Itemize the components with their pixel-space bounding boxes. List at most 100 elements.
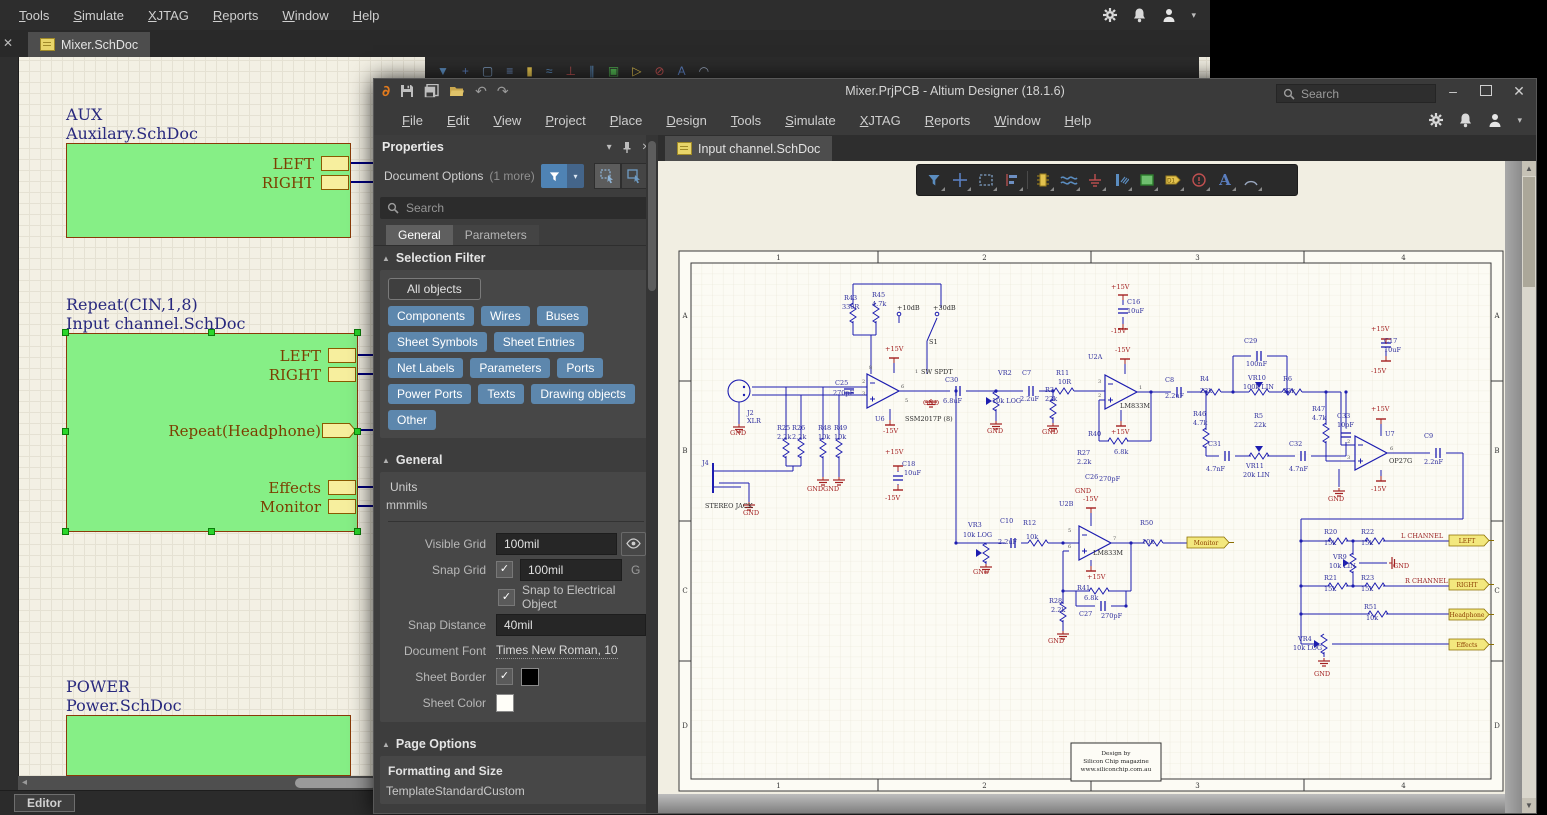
menu-item-file[interactable]: File — [391, 109, 434, 132]
document-tab-mixer[interactable]: Mixer.SchDoc — [28, 32, 150, 57]
select-area-icon[interactable] — [973, 167, 999, 193]
filter-button-net-labels[interactable]: Net Labels — [388, 358, 463, 378]
panel-search-input[interactable]: Search — [380, 197, 652, 219]
format-option-custom[interactable]: Custom — [483, 784, 524, 798]
scroll-up-icon[interactable]: ▲ — [1522, 161, 1536, 176]
scrollbar-thumb[interactable] — [1523, 177, 1535, 287]
place-part-icon[interactable] — [1030, 167, 1056, 193]
user-menu-caret-icon[interactable]: ▾ — [1517, 115, 1522, 126]
sheet-symbol-repeat-cin-1-8-[interactable]: LEFTRIGHTRepeat(Headphone)EffectsMonitor — [66, 333, 358, 532]
close-panel-icon[interactable]: ✕ — [3, 36, 13, 50]
menu-item-help[interactable]: Help — [1053, 109, 1102, 132]
tab-general[interactable]: General — [386, 225, 453, 245]
menu-item-window[interactable]: Window — [983, 109, 1051, 132]
sheet-entry-right[interactable] — [321, 175, 349, 190]
select-inside-button[interactable] — [621, 163, 648, 189]
sheet-symbol-aux[interactable]: LEFTRIGHT — [66, 143, 351, 238]
filter-button-power-ports[interactable]: Power Ports — [388, 384, 471, 404]
select-overlap-button[interactable] — [594, 163, 621, 189]
pin-icon[interactable] — [622, 141, 632, 153]
format-option-standard[interactable]: Standard — [435, 784, 484, 798]
menu-item-help[interactable]: Help — [342, 4, 391, 27]
user-menu-caret-icon[interactable]: ▾ — [1191, 10, 1196, 21]
user-avatar-icon[interactable] — [1161, 7, 1177, 23]
place-text-icon[interactable]: A — [1212, 167, 1238, 193]
vertical-scrollbar[interactable]: ▲ ▼ — [1522, 161, 1536, 813]
move-icon[interactable]: + — [462, 65, 469, 77]
menu-item-reports[interactable]: Reports — [202, 4, 270, 27]
selection-handle[interactable] — [354, 528, 361, 535]
sheet-entry-right[interactable] — [328, 367, 356, 382]
place-bus-entry-icon[interactable]: ∥ — [589, 65, 595, 77]
notifications-bell-icon[interactable] — [1458, 112, 1473, 128]
filter-all-objects-button[interactable]: All objects — [388, 278, 481, 300]
filter-button-wires[interactable]: Wires — [481, 306, 530, 326]
place-bus-entry-icon[interactable] — [1108, 167, 1134, 193]
document-font-link[interactable]: Times New Roman, 10 — [496, 643, 618, 659]
section-selection-filter[interactable]: ▲ Selection Filter — [374, 246, 658, 270]
scroll-down-icon[interactable]: ▼ — [1522, 798, 1536, 813]
menu-item-reports[interactable]: Reports — [914, 109, 982, 132]
filter-button-drawing-objects[interactable]: Drawing objects — [531, 384, 634, 404]
format-option-template[interactable]: Template — [386, 784, 435, 798]
filter-button-components[interactable]: Components — [388, 306, 474, 326]
menu-item-xjtag[interactable]: XJTAG — [137, 4, 200, 27]
align-icon[interactable] — [999, 167, 1025, 193]
units-option-mils[interactable]: mils — [406, 498, 427, 512]
place-text-icon[interactable]: A — [678, 65, 686, 77]
minimize-button[interactable]: – — [1438, 79, 1468, 103]
filter-button-other[interactable]: Other — [388, 410, 436, 430]
selection-handle[interactable] — [62, 528, 69, 535]
filter-button-buses[interactable]: Buses — [537, 306, 588, 326]
sheet-entry-left[interactable] — [321, 156, 349, 171]
sheet-border-checkbox[interactable]: ✓ — [496, 668, 513, 685]
global-search-input[interactable]: Search — [1276, 84, 1436, 103]
document-tab-input-channel[interactable]: Input channel.SchDoc — [665, 136, 832, 161]
menu-item-window[interactable]: Window — [271, 4, 339, 27]
filter-button[interactable] — [541, 164, 567, 188]
menu-item-xjtag[interactable]: XJTAG — [849, 109, 912, 132]
selection-handle[interactable] — [208, 329, 215, 336]
place-power-port-icon[interactable]: ⊥ — [565, 65, 575, 77]
notifications-bell-icon[interactable] — [1132, 7, 1147, 23]
panel-dropdown-icon[interactable]: ▾ — [607, 142, 612, 153]
sheet-color-swatch[interactable] — [496, 694, 514, 712]
section-page-options[interactable]: ▲ Page Options — [374, 732, 658, 756]
title-bar[interactable]: ∂ ↶ ↷ Mixer.PrjPCB - Altium Designer (18… — [374, 79, 1536, 105]
maximize-button[interactable] — [1471, 79, 1501, 103]
menu-item-simulate[interactable]: Simulate — [774, 109, 847, 132]
selection-handle[interactable] — [62, 428, 69, 435]
settings-gear-icon[interactable] — [1428, 112, 1444, 128]
filter-button-parameters[interactable]: Parameters — [470, 358, 550, 378]
filter-button-texts[interactable]: Texts — [478, 384, 524, 404]
filter-icon[interactable]: ▼ — [437, 65, 449, 77]
sheet-border-color-swatch[interactable] — [521, 668, 539, 686]
filter-icon[interactable] — [921, 167, 947, 193]
place-directive-icon[interactable] — [1186, 167, 1212, 193]
place-arc-icon[interactable] — [1238, 167, 1264, 193]
units-option-mm[interactable]: mm — [386, 498, 406, 512]
selection-handle[interactable] — [208, 528, 215, 535]
snap-grid-input[interactable]: 100mil — [520, 559, 622, 581]
filter-button-ports[interactable]: Ports — [557, 358, 603, 378]
filter-dropdown-icon[interactable]: ▾ — [567, 164, 584, 188]
scrollbar-thumb[interactable] — [295, 778, 377, 788]
filter-button-sheet-symbols[interactable]: Sheet Symbols — [388, 332, 487, 352]
tab-parameters[interactable]: Parameters — [453, 225, 539, 245]
move-cursor-icon[interactable] — [947, 167, 973, 193]
place-wire-icon[interactable] — [1056, 167, 1082, 193]
close-button[interactable]: ✕ — [1504, 79, 1534, 103]
place-port-icon[interactable]: ▷ — [632, 65, 641, 77]
sheet-entry-monitor[interactable] — [328, 499, 356, 514]
select-area-icon[interactable]: ▢ — [482, 65, 493, 77]
settings-gear-icon[interactable] — [1102, 7, 1118, 23]
menu-item-design[interactable]: Design — [655, 109, 717, 132]
filter-button-sheet-entries[interactable]: Sheet Entries — [494, 332, 584, 352]
section-general[interactable]: ▲ General — [374, 448, 658, 472]
place-port-icon[interactable]: D1 — [1160, 167, 1186, 193]
scroll-left-icon[interactable]: ◂ — [22, 776, 27, 790]
visible-grid-input[interactable]: 100mil — [496, 533, 617, 555]
place-arc-icon[interactable]: ◠ — [699, 65, 709, 77]
align-icon[interactable]: ≡ — [506, 65, 513, 77]
place-sheet-symbol-icon[interactable]: ▣ — [608, 65, 619, 77]
